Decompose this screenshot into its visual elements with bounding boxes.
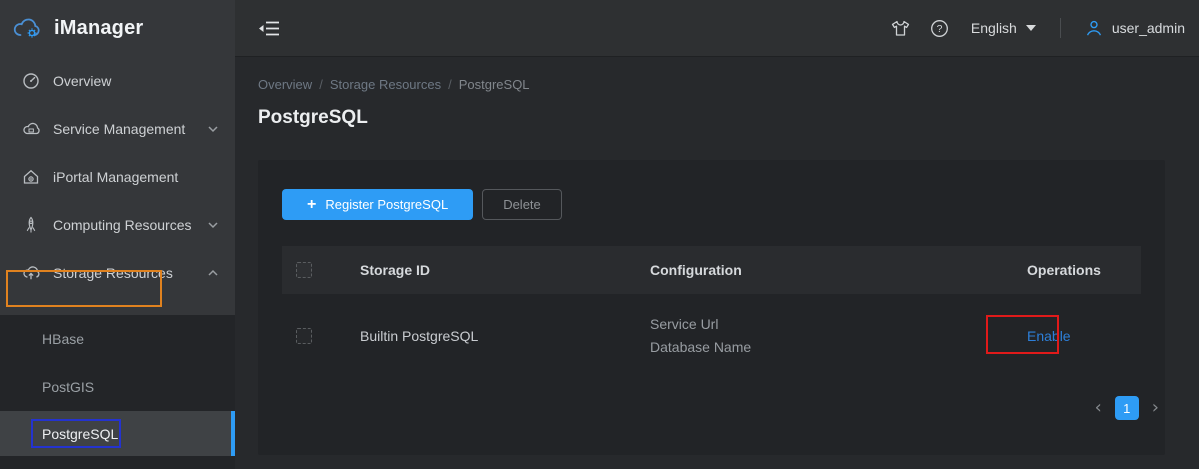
- username: user_admin: [1112, 20, 1185, 36]
- sidebar-subitem-label: PostGIS: [42, 379, 94, 395]
- column-header-operations: Operations: [1005, 262, 1141, 278]
- plus-icon: +: [307, 197, 316, 213]
- chevron-down-icon: [207, 125, 219, 133]
- select-all-checkbox[interactable]: [296, 262, 312, 278]
- page-title: PostgreSQL: [258, 107, 368, 129]
- topbar: ? English user_admin: [235, 0, 1199, 57]
- delete-button-label: Delete: [503, 197, 541, 212]
- configuration-database-name: Database Name: [650, 336, 1005, 359]
- sidebar-subitem-label: PostgreSQL: [42, 426, 118, 442]
- sidebar-item-overview[interactable]: Overview: [0, 57, 235, 105]
- language-selector[interactable]: English: [971, 20, 1036, 36]
- sidebar: iManager Overview Service Management iPo…: [0, 0, 235, 469]
- sidebar-subitem-postgresql[interactable]: PostgreSQL: [0, 411, 235, 456]
- breadcrumb-separator: /: [448, 77, 452, 92]
- app-title: iManager: [54, 17, 143, 40]
- row-checkbox[interactable]: [296, 328, 312, 344]
- storage-table: Storage ID Configuration Operations Buil…: [282, 246, 1141, 377]
- topbar-actions: ? English user_admin: [891, 18, 1199, 38]
- cloud-upload-icon: [22, 264, 40, 282]
- next-page-icon[interactable]: ›: [1152, 399, 1159, 417]
- sidebar-item-label: iPortal Management: [53, 169, 178, 185]
- sidebar-subitem-hbase[interactable]: HBase: [0, 315, 235, 363]
- language-label: English: [971, 20, 1017, 36]
- chevron-down-icon: [1026, 25, 1036, 31]
- svg-text:?: ?: [937, 23, 943, 35]
- tshirt-icon[interactable]: [891, 20, 910, 37]
- column-header-storage-id: Storage ID: [360, 262, 650, 278]
- chevron-down-icon: [207, 221, 219, 229]
- toolbar: + Register PostgreSQL Delete: [282, 189, 562, 220]
- register-postgresql-button[interactable]: + Register PostgreSQL: [282, 189, 473, 220]
- breadcrumb-overview[interactable]: Overview: [258, 77, 312, 92]
- topbar-divider: [1060, 18, 1061, 38]
- sidebar-item-label: Computing Resources: [53, 217, 192, 233]
- cloud-gear-icon: [12, 16, 44, 42]
- sidebar-item-label: Overview: [53, 73, 111, 89]
- breadcrumb-separator: /: [319, 77, 323, 92]
- sidebar-item-iportal-management[interactable]: iPortal Management: [0, 153, 235, 201]
- sidebar-subitem-postgis[interactable]: PostGIS: [0, 363, 235, 411]
- sidebar-item-service-management[interactable]: Service Management: [0, 105, 235, 153]
- breadcrumb-storage-resources[interactable]: Storage Resources: [330, 77, 441, 92]
- column-header-configuration: Configuration: [650, 262, 1005, 278]
- configuration-service-url: Service Url: [650, 313, 1005, 336]
- previous-page-icon[interactable]: ‹: [1095, 399, 1102, 417]
- content-card: + Register PostgreSQL Delete Storage ID …: [258, 160, 1165, 455]
- breadcrumb-postgresql: PostgreSQL: [459, 77, 530, 92]
- table-row: Builtin PostgreSQL Service Url Database …: [282, 294, 1141, 377]
- table-header-row: Storage ID Configuration Operations: [282, 246, 1141, 294]
- breadcrumb: Overview / Storage Resources / PostgreSQ…: [258, 77, 530, 92]
- rocket-icon: [22, 216, 40, 234]
- sidebar-subitem-label: HBase: [42, 331, 84, 347]
- home-icon: [22, 168, 40, 186]
- sidebar-item-label: Storage Resources: [53, 265, 173, 281]
- sidebar-item-label: Service Management: [53, 121, 185, 137]
- enable-link[interactable]: Enable: [1027, 328, 1071, 344]
- collapse-sidebar-icon[interactable]: [258, 20, 280, 37]
- user-icon: [1085, 19, 1103, 37]
- delete-button[interactable]: Delete: [482, 189, 562, 220]
- help-circle-icon[interactable]: ?: [930, 19, 949, 38]
- sidebar-item-computing-resources[interactable]: Computing Resources: [0, 201, 235, 249]
- pagination: ‹ 1 ›: [1095, 396, 1159, 420]
- page-number-1[interactable]: 1: [1115, 396, 1139, 420]
- storage-resources-submenu: HBase PostGIS PostgreSQL: [0, 315, 235, 469]
- chevron-up-icon: [207, 269, 219, 277]
- cloud-service-icon: [22, 120, 40, 138]
- user-menu[interactable]: user_admin: [1085, 19, 1185, 37]
- main-content: Overview / Storage Resources / PostgreSQ…: [235, 57, 1199, 469]
- sidebar-item-storage-resources[interactable]: Storage Resources: [0, 249, 235, 297]
- storage-id-cell: Builtin PostgreSQL: [360, 328, 650, 344]
- configuration-cell: Service Url Database Name: [650, 313, 1005, 359]
- dashboard-icon: [22, 72, 40, 90]
- app-logo: iManager: [0, 0, 235, 57]
- register-button-label: Register PostgreSQL: [325, 197, 448, 212]
